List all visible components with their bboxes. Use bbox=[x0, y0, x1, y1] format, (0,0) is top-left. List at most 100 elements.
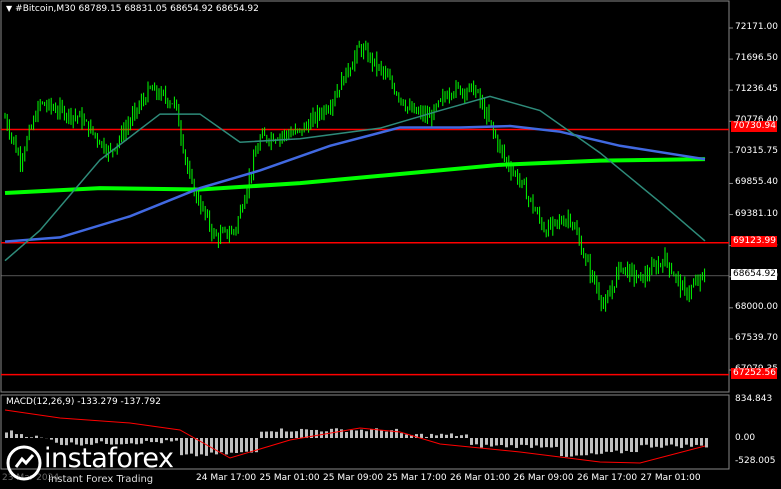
time-tick-label: 25 Mar 01:00 bbox=[259, 473, 320, 483]
price-tick-label: 71236.45 bbox=[735, 84, 778, 95]
macd-bar bbox=[450, 433, 453, 438]
level-tag-3: 67252.56 bbox=[731, 368, 777, 379]
price-tick-label: 68000.00 bbox=[735, 301, 778, 312]
macd-bar bbox=[645, 438, 648, 445]
macd-bar bbox=[520, 438, 523, 445]
macd-bar bbox=[590, 438, 593, 454]
macd-bar bbox=[175, 438, 178, 441]
price-tick-label: 67539.70 bbox=[735, 332, 778, 343]
macd-bar bbox=[295, 431, 298, 438]
macd-bar bbox=[365, 431, 368, 438]
macd-bar bbox=[570, 438, 573, 457]
macd-bar bbox=[505, 438, 508, 448]
macd-bar bbox=[580, 438, 583, 456]
instaforex-logo: instaforex Instant Forex Trading bbox=[6, 443, 181, 485]
macd-bar bbox=[535, 438, 538, 446]
macd-bar bbox=[460, 435, 463, 438]
macd-bar bbox=[430, 433, 433, 438]
macd-bar bbox=[475, 438, 478, 445]
price-tick-label: 70315.75 bbox=[735, 146, 778, 157]
macd-bar bbox=[530, 438, 533, 448]
macd-bar bbox=[405, 434, 408, 438]
macd-bar bbox=[525, 438, 528, 446]
macd-bar bbox=[195, 438, 198, 457]
macd-bar bbox=[395, 428, 398, 438]
macd-bar bbox=[635, 438, 638, 453]
macd-bar bbox=[690, 438, 693, 447]
macd-bar bbox=[420, 433, 423, 438]
macd-bar bbox=[185, 438, 188, 455]
macd-bar bbox=[675, 438, 678, 447]
macd-bar bbox=[155, 438, 158, 443]
macd-bar bbox=[555, 438, 558, 447]
macd-bar bbox=[625, 438, 628, 451]
macd-bar bbox=[705, 438, 708, 448]
macd-bar bbox=[630, 438, 633, 452]
macd-bar bbox=[695, 438, 698, 445]
macd-bar bbox=[575, 438, 578, 456]
macd-bar bbox=[670, 438, 673, 445]
macd-bar bbox=[595, 438, 598, 455]
ma-slow-line bbox=[4, 157, 706, 196]
macd-bar bbox=[400, 433, 403, 438]
macd-bar bbox=[565, 438, 568, 457]
macd-bar bbox=[485, 438, 488, 445]
macd-bar bbox=[240, 438, 243, 453]
macd-bar bbox=[270, 431, 273, 438]
macd-bar bbox=[610, 438, 613, 453]
macd-bar bbox=[370, 429, 373, 438]
macd-bar bbox=[445, 434, 448, 438]
macd-bar bbox=[480, 438, 483, 448]
macd-bar bbox=[470, 438, 473, 445]
macd-bar bbox=[100, 438, 103, 442]
macd-tick-label: -528.005 bbox=[735, 456, 776, 466]
macd-bar bbox=[500, 438, 503, 446]
macd-bar bbox=[15, 434, 18, 438]
macd-bar bbox=[50, 438, 53, 440]
ohlc-values: 68789.15 68831.05 68654.92 68654.92 bbox=[78, 4, 259, 14]
time-tick-label: 26 Mar 17:00 bbox=[577, 473, 638, 483]
macd-bar bbox=[235, 438, 238, 454]
macd-bar bbox=[350, 430, 353, 438]
symbol-label: #Bitcoin,M30 bbox=[15, 4, 76, 14]
macd-bar bbox=[25, 436, 28, 438]
macd-bar bbox=[510, 438, 513, 446]
dropdown-arrow-icon[interactable]: ▼ bbox=[6, 4, 12, 13]
macd-bar bbox=[425, 436, 428, 438]
macd-bar bbox=[660, 438, 663, 448]
macd-bar bbox=[490, 438, 493, 447]
macd-tick-label: 834.843 bbox=[735, 394, 773, 404]
macd-bar bbox=[10, 430, 13, 438]
macd-bar bbox=[145, 438, 148, 441]
macd-bar bbox=[20, 434, 23, 438]
macd-bar bbox=[300, 428, 303, 438]
current-price-tag: 68654.92 bbox=[731, 269, 777, 280]
macd-bar bbox=[5, 432, 8, 438]
macd-bar bbox=[380, 430, 383, 438]
price-tick-label: 71696.50 bbox=[735, 53, 778, 64]
chart-header: ▼ #Bitcoin,M30 68789.15 68831.05 68654.92… bbox=[6, 4, 259, 14]
price-tick-label: 72171.00 bbox=[735, 22, 778, 32]
macd-bar bbox=[315, 429, 318, 438]
logo-name: instaforex bbox=[44, 443, 174, 474]
macd-bar bbox=[545, 438, 548, 448]
macd-bar bbox=[385, 431, 388, 438]
macd-bar bbox=[615, 438, 618, 451]
chart-canvas[interactable] bbox=[0, 0, 781, 489]
macd-bar bbox=[290, 431, 293, 438]
macd-bar bbox=[245, 438, 248, 452]
macd-bar bbox=[225, 438, 228, 455]
price-tick-label: 69381.10 bbox=[735, 208, 778, 219]
macd-bar bbox=[640, 438, 643, 446]
macd-bar bbox=[550, 438, 553, 448]
macd-bar bbox=[325, 431, 328, 438]
macd-bar bbox=[265, 431, 268, 438]
macd-bar bbox=[665, 438, 668, 446]
logo-tagline: Instant Forex Trading bbox=[48, 474, 154, 485]
macd-bar bbox=[685, 438, 688, 445]
macd-bar bbox=[260, 431, 263, 438]
macd-bar bbox=[165, 438, 168, 441]
macd-bar bbox=[170, 438, 173, 442]
time-tick-label: 27 Mar 01:00 bbox=[640, 473, 701, 483]
macd-bar bbox=[600, 438, 603, 454]
